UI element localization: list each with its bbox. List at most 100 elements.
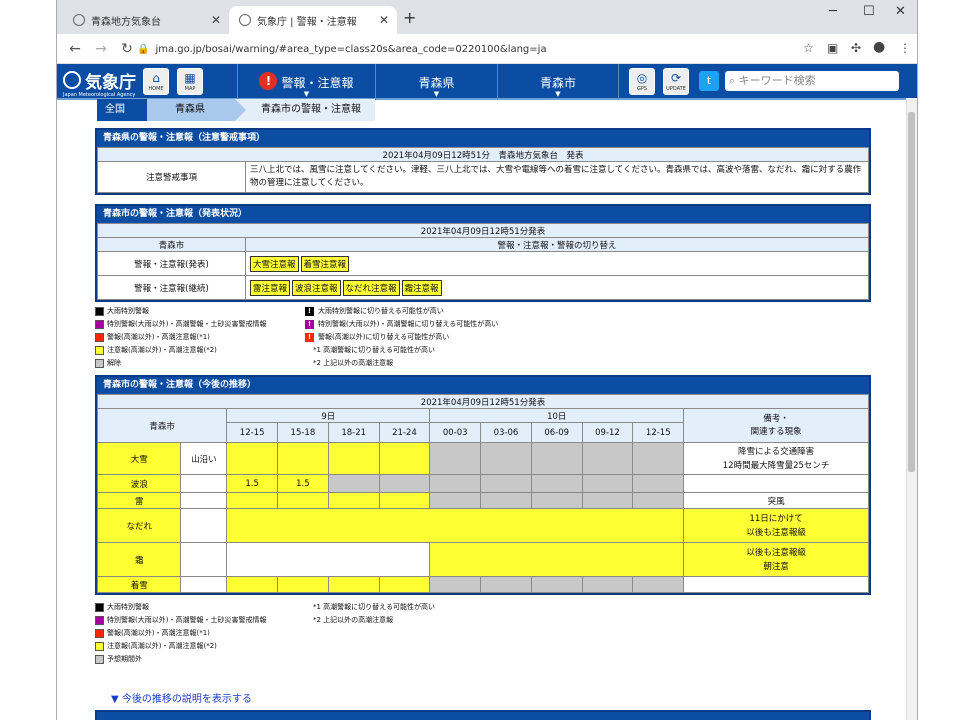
table-row: 大雪 山沿い 降雪による交通障害 12時間最大降雪量25センチ <box>96 442 869 475</box>
update-label: UPDATE <box>666 86 686 92</box>
legend-text: 警報(高潮以外)・高潮注意報(*1) <box>107 333 210 341</box>
row-name: 波浪 <box>96 474 182 493</box>
legend-text: 予想期間外 <box>107 655 142 663</box>
update-icon: ⟳ <box>670 71 682 85</box>
warning-tag[interactable]: 霜注意報 <box>401 279 442 296</box>
map-button[interactable]: ▦ MAP <box>177 68 203 95</box>
legend-text: 注意報(高潮以外)・高潮注意報(*2) <box>107 642 217 650</box>
extension-icon[interactable]: ▣ <box>827 41 838 55</box>
tab-jma-warning[interactable]: 気象庁 | 警報・注意報 ✕ <box>229 6 397 34</box>
time-header: 00-03 <box>429 422 482 443</box>
close-window-icon[interactable]: ✕ <box>895 4 906 19</box>
exclamation-icon: ! <box>305 306 314 316</box>
remark-header-line2: 関連する現象 <box>750 426 802 437</box>
remark-line: 以後も注意報級 <box>746 527 806 538</box>
gps-button[interactable]: ◎ GPS <box>629 68 655 95</box>
legend-text: 解除 <box>107 359 121 367</box>
url-field[interactable]: 🔒 jma.go.jp/bosai/warning/#area_type=cla… <box>137 40 797 59</box>
day2-header: 10日 <box>429 408 685 423</box>
remark-line: 朝注意 <box>763 561 789 572</box>
row-name: 大雪 <box>96 442 182 475</box>
tab-title: 気象庁 | 警報・注意報 <box>257 16 357 28</box>
legend-text: 特別警報(大雨以外)・高潮警報・土砂災害警戒情報 <box>107 320 267 328</box>
puzzle-icon[interactable]: ✣ <box>851 41 861 55</box>
legend-text: 注意報(高潮以外)・高潮注意報(*2) <box>107 346 217 354</box>
warning-tag[interactable]: 雷注意報 <box>250 279 291 296</box>
legend-text: 警報(高潮以外)・高潮注意報(*1) <box>107 629 210 637</box>
breadcrumb-national[interactable]: 全国 <box>97 99 158 121</box>
breadcrumb: 全国 青森県 青森市の警報・注意報 <box>97 99 375 121</box>
twitter-icon[interactable]: t <box>699 71 719 91</box>
table-row: 波浪 1.5 1.5 <box>96 474 869 493</box>
remark-line: 12時間最大降雪量25センチ <box>722 460 830 471</box>
legend-swatch <box>95 654 104 664</box>
close-tab-icon[interactable]: ✕ <box>211 13 221 27</box>
warning-tag[interactable]: 大雪注意報 <box>250 255 299 272</box>
legend-swatch <box>95 332 104 342</box>
city-header: 青森市 <box>97 237 246 252</box>
legend-text: *2 上記以外の高潮注意報 <box>313 616 394 624</box>
legend-text: 大雨特別警報に切り替える可能性が高い <box>318 307 444 315</box>
gps-icon: ◎ <box>636 71 648 85</box>
bookmark-star-icon[interactable]: ☆ <box>803 41 814 55</box>
warning-tag[interactable]: なだれ注意報 <box>342 279 400 296</box>
menu-label: 警報・注意報 <box>281 76 354 90</box>
exclamation-icon: ! <box>305 332 314 342</box>
row-name: 雷 <box>96 492 182 509</box>
scrollbar-thumb[interactable] <box>908 112 915 472</box>
logo-en: Japan Meteorological Agency <box>63 92 136 98</box>
legend-swatch <box>95 345 104 355</box>
address-bar-row: ← → ↻ 🔒 jma.go.jp/bosai/warning/#area_ty… <box>57 34 917 64</box>
home-label: HOME <box>148 86 164 92</box>
area-header: 青森市 <box>96 408 228 443</box>
cell-value: 1.5 <box>226 474 279 493</box>
section-caution-items: 青森県の警報・注意報（注意警戒事項） 2021年04月09日12時51分 青森地… <box>95 128 871 195</box>
tab-bar: 青森地方気象台 ✕ 気象庁 | 警報・注意報 ✕ + ─ ☐ ✕ <box>57 0 917 34</box>
reload-icon[interactable]: ↻ <box>119 41 135 57</box>
issued-text: 2021年04月09日12時51分発表 <box>97 223 869 238</box>
remark-line: 突風 <box>683 492 869 509</box>
remark-line: 11日にかけて <box>749 513 803 524</box>
profile-icon[interactable]: ● <box>873 39 885 55</box>
menu-label: 青森市 <box>539 76 576 90</box>
home-button[interactable]: ⌂ HOME <box>143 68 169 95</box>
menu-warnings[interactable]: ! 警報・注意報 ▼ <box>237 64 375 100</box>
menu-city[interactable]: 青森市 ▼ <box>497 64 619 100</box>
remark: 以後も注意報級 朝注意 <box>683 542 869 577</box>
search-input[interactable]: ⌕ キーワード検索 <box>725 71 899 91</box>
legend-swatch <box>95 358 104 368</box>
jma-favicon-icon <box>239 14 251 26</box>
back-icon[interactable]: ← <box>67 41 83 57</box>
warning-tag[interactable]: 着雪注意報 <box>300 255 350 272</box>
tab-aomori-observatory[interactable]: 青森地方気象台 ✕ <box>63 6 229 34</box>
update-button[interactable]: ⟳ UPDATE <box>663 68 689 95</box>
menu-dots-icon[interactable]: ⋮ <box>899 41 911 55</box>
search-placeholder: キーワード検索 <box>738 74 816 87</box>
menu-prefecture[interactable]: 青森県 ▼ <box>375 64 497 100</box>
close-tab-icon[interactable]: ✕ <box>379 13 389 27</box>
legend-swatch <box>95 628 104 638</box>
row-name: 着雪 <box>96 576 182 593</box>
explain-link[interactable]: ▼ 今後の推移の説明を表示する <box>111 690 252 705</box>
gps-label: GPS <box>636 86 648 92</box>
legend-timeline: 大雨特別警報 特別警報(大雨以外)・高潮警報・土砂災害警戒情報 警報(高潮以外)… <box>95 602 871 664</box>
new-tab-icon[interactable]: + <box>403 8 416 27</box>
exclamation-icon: ! <box>305 319 314 329</box>
legend-text: *2 上記以外の高潮注意報 <box>313 359 394 367</box>
remark-line: 以後も注意報級 <box>746 547 806 558</box>
legend-text: *1 高潮警報に切り替える可能性が高い <box>313 603 435 611</box>
breadcrumb-prefecture[interactable]: 青森県 <box>147 99 246 121</box>
legend-text: 特別警報(大雨以外)・高潮警報・土砂災害警戒情報 <box>107 616 267 624</box>
chevron-down-icon: ▼ <box>433 90 440 98</box>
browser-window: 青森地方気象台 ✕ 気象庁 | 警報・注意報 ✕ + ─ ☐ ✕ ← → ↻ 🔒… <box>56 0 918 720</box>
warning-tag[interactable]: 波浪注意報 <box>292 279 341 296</box>
table-row: 霜 以後も注意報級 朝注意 <box>96 542 869 577</box>
main-content: 青森県の警報・注意報（注意警戒事項） 2021年04月09日12時51分 青森地… <box>95 128 871 664</box>
maximize-icon[interactable]: ☐ <box>863 4 875 19</box>
time-header: 09-12 <box>581 422 634 443</box>
section-title: 青森市の警報・注意報（今後の推移） <box>97 377 869 394</box>
minimize-icon[interactable]: ─ <box>829 4 837 19</box>
forward-icon[interactable]: → <box>93 41 109 57</box>
map-label: MAP <box>184 86 196 92</box>
legend-status: 大雨特別警報 特別警報(大雨以外)・高潮警報・土砂災害警戒情報 警報(高潮以外)… <box>95 306 871 368</box>
